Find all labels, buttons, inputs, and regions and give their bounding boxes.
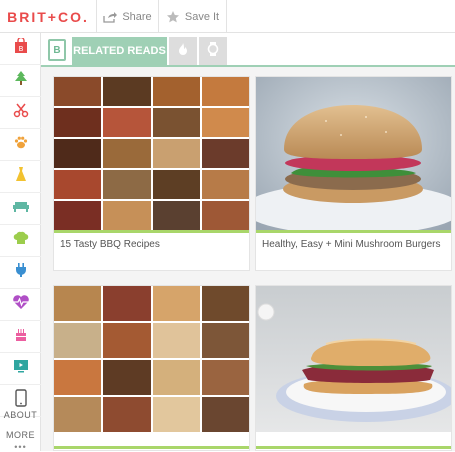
tab-watch[interactable] [199,37,227,65]
heartbeat-icon [12,294,30,315]
collage-tile [152,323,200,358]
top-bar: BRIT+CO. Share Save It [0,0,455,33]
article-card[interactable]: 15 Tasty BBQ Recipes [53,76,250,271]
collage-tile [201,286,249,321]
tab-b-label: B [53,44,61,56]
tab-related-label: RELATED READS [73,45,166,57]
paw-icon [13,134,29,155]
about-link[interactable]: ABOUT [0,410,41,420]
collage-tile [152,201,200,230]
collage-tile [103,397,151,432]
sidebar-item-pets[interactable] [0,129,41,161]
tree-icon [14,70,28,91]
collage-tile [201,77,249,106]
collage-tile [152,397,200,432]
collage-tile [152,360,200,395]
sidebar-item-home[interactable] [0,193,41,225]
bbq-collage-image [54,77,249,230]
scissors-icon [13,102,29,123]
collage-tile [103,139,151,168]
tv-icon [13,359,29,378]
collage-tile [103,77,151,106]
article-card[interactable] [255,285,452,451]
plug-icon [14,262,28,283]
sidebar-item-tech[interactable] [0,257,41,289]
logo-text: BRIT+CO. [7,8,89,25]
collage-tile [103,170,151,199]
card-caption[interactable]: 15 Tasty BBQ Recipes [60,239,160,250]
collage-tile [54,286,102,321]
brand-logo[interactable]: BRIT+CO. [0,0,97,33]
share-label: Share [122,10,152,23]
collage-tile [54,77,102,106]
sidebar-item-party[interactable] [0,321,41,353]
collage-tile [152,286,200,321]
card-caption[interactable]: Healthy, Easy + Mini Mushroom Burgers [262,239,441,250]
tab-trending[interactable] [169,37,197,65]
related-reads-grid: 15 Tasty BBQ Recipes Healthy, Easy + Min… [41,67,455,451]
sidebar-item-food[interactable] [0,225,41,257]
watch-icon [207,41,219,61]
mushroom-burger-image [256,77,451,230]
phone-icon [14,389,27,412]
collage-tile [103,360,151,395]
collage-tile [54,170,102,199]
card-underline [256,446,451,449]
collage-tile [201,139,249,168]
collage-tile [201,323,249,358]
collage-tile [152,170,200,199]
collage-tile [201,201,249,230]
steak-sandwich-image [256,286,451,432]
more-link[interactable]: MORE [0,430,41,440]
sofa-icon [12,199,30,218]
collage-tile [152,139,200,168]
collage-tile [54,397,102,432]
collage-tile [54,323,102,358]
collage-tile [201,108,249,137]
star-icon [166,10,180,24]
svg-text:B: B [18,45,23,53]
b-bag-icon: B [14,36,28,59]
sidebar-item-scissors[interactable] [0,97,41,129]
cake-icon [13,326,29,347]
collage-tile [201,397,249,432]
card-underline [256,230,451,233]
collage-tile [103,201,151,230]
collage-tile [201,170,249,199]
tab-b[interactable]: B [48,39,66,61]
tab-bar: B RELATED READS [41,33,455,67]
collage-tile [201,360,249,395]
collage-tile [103,108,151,137]
flame-icon [178,42,188,61]
card-underline [54,446,249,449]
collage-tile [54,201,102,230]
sidebar-item-video[interactable] [0,353,41,385]
chef-hat-icon [13,230,29,251]
sidebar-item-wellness[interactable] [0,289,41,321]
sidebar: B ABOUT MORE ••• [0,33,41,452]
card-underline [54,230,249,233]
article-card[interactable] [53,285,250,451]
sidebar-item-tree[interactable] [0,65,41,97]
share-button[interactable]: Share [97,0,159,33]
collage-tile [54,139,102,168]
article-card[interactable]: Healthy, Easy + Mini Mushroom Burgers [255,76,452,271]
collage-tile [54,360,102,395]
collage-tile [54,108,102,137]
collage-tile [103,286,151,321]
tab-related-reads[interactable]: RELATED READS [72,37,167,65]
sidebar-item-b[interactable]: B [0,33,41,65]
collage-tile [152,108,200,137]
collage-tile [103,323,151,358]
dress-icon [14,166,28,187]
collage-tile [152,77,200,106]
sandwich-collage-image [54,286,249,432]
sidebar-item-style[interactable] [0,161,41,193]
save-label: Save It [184,10,220,23]
share-icon [103,10,118,24]
save-it-button[interactable]: Save It [159,0,227,33]
